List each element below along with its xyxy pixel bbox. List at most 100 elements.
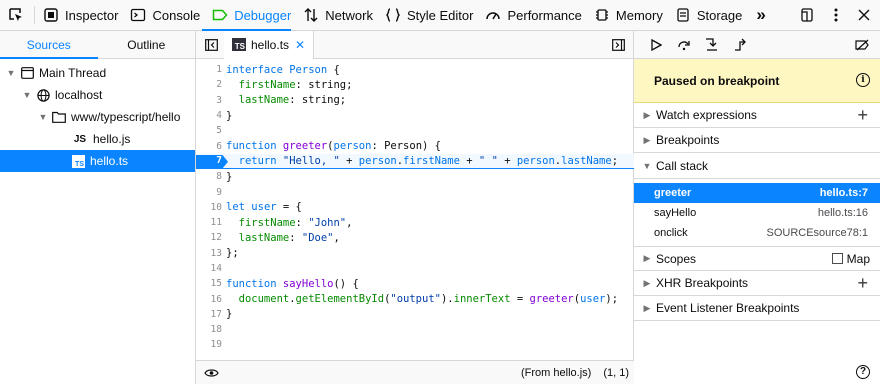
code-token: = bbox=[510, 293, 530, 306]
line-number[interactable]: 11 bbox=[196, 217, 226, 228]
style-editor-icon bbox=[385, 8, 400, 22]
close-tab-icon[interactable]: ✕ bbox=[295, 38, 305, 52]
line-number[interactable]: 13 bbox=[196, 248, 226, 259]
code-token: "John" bbox=[308, 216, 347, 229]
code-view[interactable]: 1 interface Person { 2 firstName: string;… bbox=[196, 60, 634, 360]
line-number[interactable]: 7 bbox=[196, 155, 226, 166]
tab-outline[interactable]: Outline bbox=[98, 31, 196, 58]
section-xhr-breakpoints[interactable]: ▶ XHR Breakpoints + bbox=[634, 271, 880, 296]
map-checkbox[interactable] bbox=[831, 253, 843, 264]
line-number[interactable]: 12 bbox=[196, 232, 226, 243]
step-over-icon bbox=[678, 40, 690, 50]
toggle-sources-pane-button[interactable] bbox=[205, 39, 218, 54]
tab-network[interactable]: Network bbox=[297, 0, 379, 31]
help-button[interactable]: ? bbox=[856, 365, 870, 379]
chevron-right-icon: ▶ bbox=[643, 253, 651, 263]
line-number[interactable]: 5 bbox=[196, 125, 226, 136]
section-breakpoints[interactable]: ▶ Breakpoints bbox=[634, 128, 880, 153]
code-token: ; bbox=[611, 154, 619, 167]
code-token: = { bbox=[276, 201, 302, 214]
options-menu-button[interactable] bbox=[824, 0, 848, 31]
chevron-right-icon: ▶ bbox=[643, 134, 651, 145]
code-line: 19 bbox=[196, 337, 634, 352]
deactivate-breakpoints-button[interactable] bbox=[848, 35, 876, 55]
tab-memory[interactable]: Memory bbox=[588, 0, 669, 31]
line-number[interactable]: 19 bbox=[196, 339, 226, 350]
folder-icon bbox=[52, 110, 66, 124]
code-token: greeter bbox=[529, 293, 574, 306]
section-event-listener-breakpoints[interactable]: ▶ Event Listener Breakpoints bbox=[634, 296, 880, 321]
map-scopes-toggle[interactable]: Map bbox=[831, 252, 870, 266]
code-token: person bbox=[358, 154, 397, 167]
debugger-sidebar: Paused on breakpoint i ▶ Watch expressio… bbox=[634, 31, 880, 384]
command-bar bbox=[634, 31, 880, 59]
tree-item-label: www/typescript/hello bbox=[71, 110, 181, 124]
tree-item-hello-js[interactable]: JS hello.js bbox=[0, 128, 195, 150]
close-toolbox-button[interactable] bbox=[848, 0, 880, 31]
section-watch-expressions[interactable]: ▶ Watch expressions + bbox=[634, 103, 880, 128]
line-number[interactable]: 8 bbox=[196, 171, 226, 182]
code-token: innerText bbox=[453, 293, 511, 306]
tab-storage[interactable]: Storage bbox=[669, 0, 749, 31]
line-number[interactable]: 16 bbox=[196, 294, 226, 305]
line-number[interactable]: 15 bbox=[196, 278, 226, 289]
line-number[interactable]: 2 bbox=[196, 79, 226, 90]
chevron-down-icon: ▼ bbox=[642, 160, 652, 171]
toggle-blackbox-button[interactable] bbox=[204, 368, 219, 378]
tab-sources[interactable]: Sources bbox=[0, 31, 98, 59]
tab-network-label: Network bbox=[325, 7, 373, 23]
code-token: + bbox=[497, 154, 517, 167]
editor-tab-hello-ts[interactable]: TS hello.ts ✕ bbox=[224, 30, 315, 59]
section-label: Event Listener Breakpoints bbox=[656, 301, 800, 315]
line-number[interactable]: 1 bbox=[196, 64, 226, 75]
line-number[interactable]: 6 bbox=[196, 141, 226, 152]
resume-button[interactable] bbox=[642, 35, 670, 55]
toggle-debugger-pane-button[interactable] bbox=[612, 39, 625, 54]
info-icon[interactable]: i bbox=[856, 73, 870, 87]
step-out-button[interactable] bbox=[726, 35, 754, 55]
line-number[interactable]: 18 bbox=[196, 324, 226, 335]
line-number[interactable]: 17 bbox=[196, 309, 226, 320]
code-token: , bbox=[346, 216, 353, 229]
code-line: 8} bbox=[196, 169, 634, 184]
tab-style-editor[interactable]: Style Editor bbox=[379, 0, 479, 31]
line-number[interactable]: 9 bbox=[196, 187, 226, 198]
editor-tabs: TS hello.ts ✕ bbox=[196, 30, 633, 59]
add-xhr-breakpoint-icon[interactable]: + bbox=[857, 273, 868, 294]
code-token: : bbox=[289, 231, 302, 244]
tab-performance[interactable]: Performance bbox=[479, 0, 587, 31]
close-icon bbox=[858, 9, 870, 21]
call-stack-frame[interactable]: greeter hello.ts:7 bbox=[634, 183, 880, 203]
tree-item-hello-ts[interactable]: TS hello.ts bbox=[0, 150, 195, 172]
line-number[interactable]: 3 bbox=[196, 95, 226, 106]
frame-function: sayHello bbox=[654, 207, 697, 219]
play-icon bbox=[650, 38, 662, 51]
code-token: ). bbox=[440, 293, 454, 306]
element-picker-button[interactable] bbox=[0, 0, 32, 31]
line-number[interactable]: 14 bbox=[196, 263, 226, 274]
code-line: 17} bbox=[196, 307, 634, 322]
step-in-button[interactable] bbox=[698, 35, 726, 55]
more-tools-button[interactable]: » bbox=[748, 0, 773, 31]
call-stack-frame[interactable]: onclick SOURCEsource78:1 bbox=[634, 223, 880, 243]
section-call-stack[interactable]: ▼ Call stack bbox=[634, 153, 880, 178]
tree-item-folder[interactable]: ▼ www/typescript/hello bbox=[0, 106, 195, 128]
tab-debugger[interactable]: Debugger bbox=[206, 0, 297, 31]
window-icon bbox=[20, 66, 34, 80]
toggle-split-console-button[interactable] bbox=[790, 0, 824, 31]
tree-item-localhost[interactable]: ▼ localhost bbox=[0, 84, 195, 106]
tree-item-main-thread[interactable]: ▼ Main Thread bbox=[0, 62, 195, 84]
code-token: person bbox=[516, 154, 555, 167]
tab-console[interactable]: Console bbox=[124, 0, 206, 31]
add-watch-expression-icon[interactable]: + bbox=[857, 105, 868, 126]
call-stack-frame[interactable]: sayHello hello.ts:16 bbox=[634, 203, 880, 223]
tab-inspector[interactable]: Inspector bbox=[37, 0, 124, 31]
line-number[interactable]: 10 bbox=[196, 202, 226, 213]
mapped-source-link[interactable]: (From hello.js) bbox=[521, 367, 591, 379]
step-over-button[interactable] bbox=[670, 35, 698, 55]
line-number[interactable]: 4 bbox=[196, 110, 226, 121]
sidebar-collapse-icon bbox=[612, 39, 625, 51]
section-scopes[interactable]: ▶ Scopes Map bbox=[634, 246, 880, 271]
frame-function: onclick bbox=[654, 227, 688, 239]
editor-tab-label: hello.ts bbox=[251, 37, 290, 52]
